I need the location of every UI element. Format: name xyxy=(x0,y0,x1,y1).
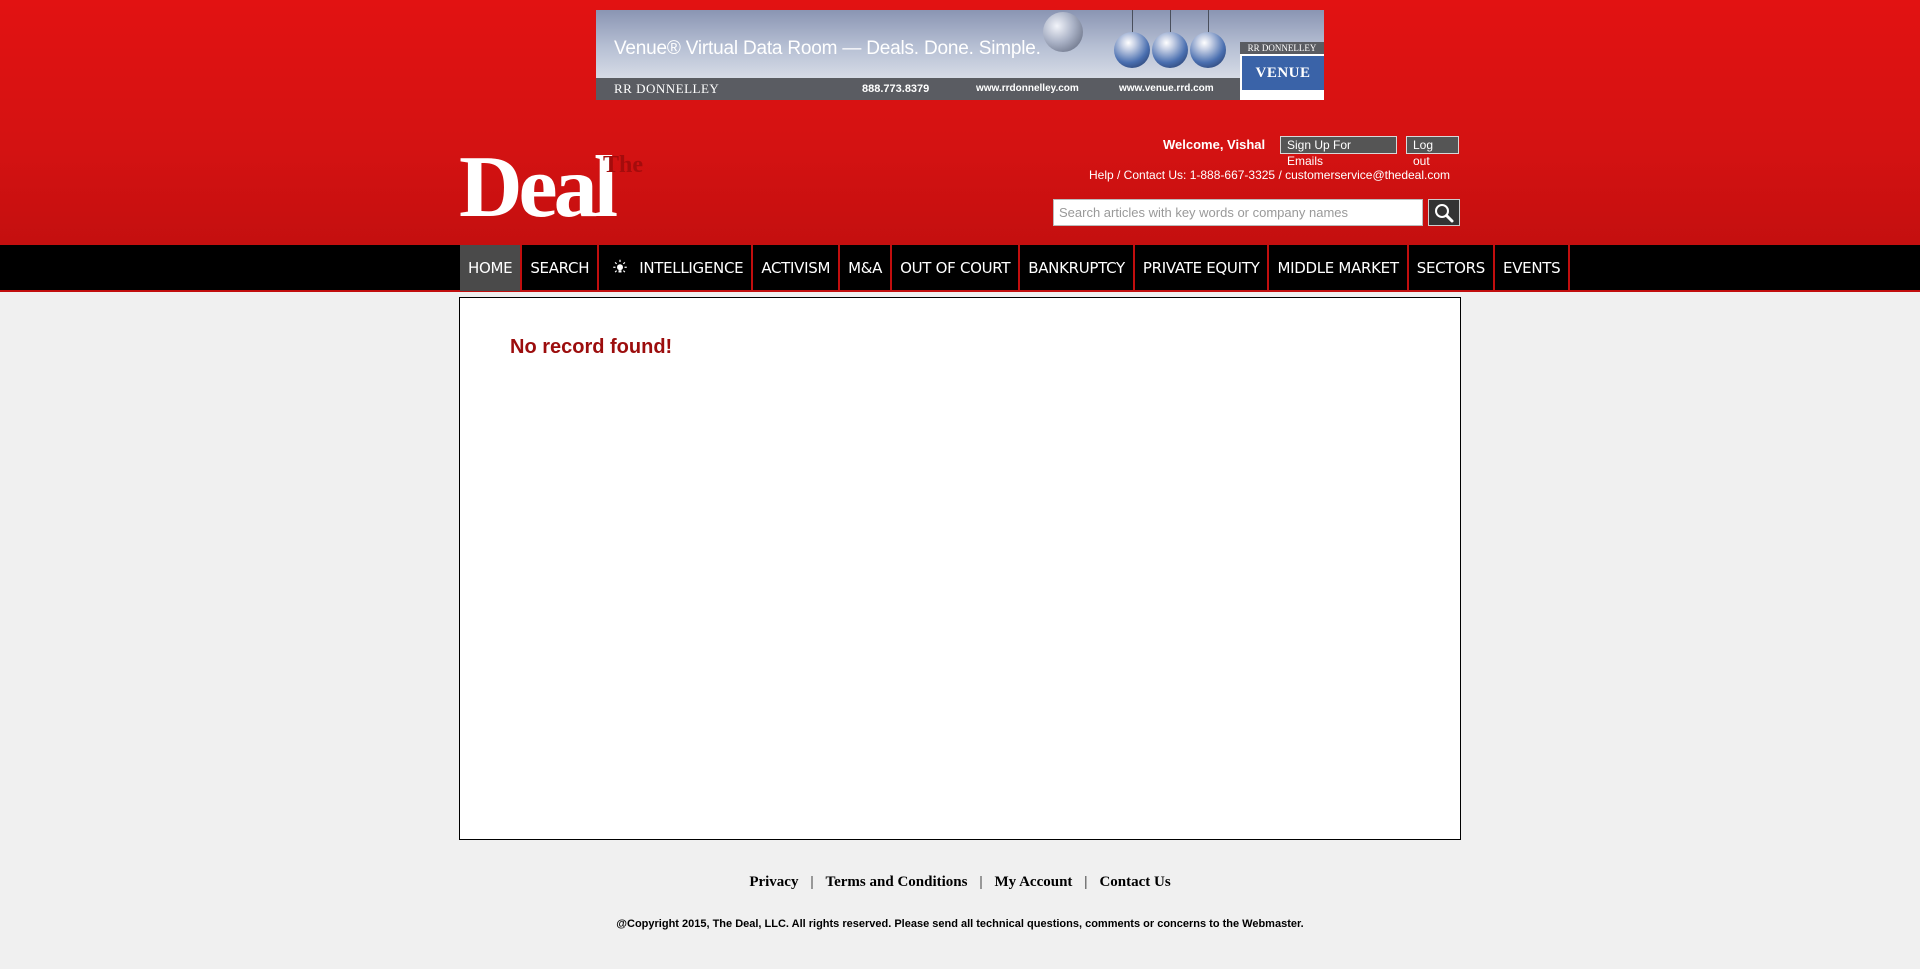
cradle-string xyxy=(1208,10,1209,34)
search-input[interactable]: Search articles with key words or compan… xyxy=(1053,199,1423,226)
search-icon xyxy=(1435,204,1454,223)
welcome-text: Welcome, Vishal xyxy=(1163,137,1266,152)
nav-item-label: M&A xyxy=(848,259,883,277)
nav-item-label: EVENTS xyxy=(1503,259,1561,277)
logout-button[interactable]: Log out xyxy=(1406,136,1459,168)
main-nav: HOME SEARCH INTELLIGENCE ACTIVISM M&A OU… xyxy=(460,245,1571,291)
nav-item-label: MIDDLE MARKET xyxy=(1277,259,1399,277)
nav-item-ma[interactable]: M&A xyxy=(840,245,893,291)
nav-item-search[interactable]: SEARCH xyxy=(522,245,600,291)
nav-item-middle-market[interactable]: MIDDLE MARKET xyxy=(1269,245,1409,291)
logo-deal: Deal xyxy=(459,139,618,236)
nav-item-label: SECTORS xyxy=(1416,259,1486,277)
footer-link-contact-us[interactable]: Contact Us xyxy=(1099,874,1170,890)
search-button[interactable] xyxy=(1428,199,1460,226)
footer-links: Privacy | Terms and Conditions | My Account |… xyxy=(0,874,1920,891)
help-contact-text[interactable]: Help / Contact Us: 1-888-667-3325 / cust… xyxy=(1089,168,1450,182)
nav-item-label: ACTIVISM xyxy=(761,259,831,277)
nav-item-activism[interactable]: ACTIVISM xyxy=(753,245,841,291)
nav-item-sectors[interactable]: SECTORS xyxy=(1409,245,1496,291)
banner-url-venue: www.venue.rrd.com xyxy=(1119,83,1214,94)
banner-phone: 888.773.8379 xyxy=(862,83,930,95)
nav-item-label: INTELLIGENCE xyxy=(639,259,744,277)
signup-emails-button[interactable]: Sign Up For Emails xyxy=(1280,136,1397,168)
cradle-string xyxy=(1132,10,1133,34)
nav-item-private-equity[interactable]: PRIVATE EQUITY xyxy=(1135,245,1270,291)
content-panel: No record found! xyxy=(459,297,1461,840)
cradle-ball xyxy=(1114,32,1150,68)
banner-ad[interactable]: Venue® Virtual Data Room — Deals. Done. … xyxy=(596,10,1324,100)
banner-brand: RR DONNELLEY xyxy=(614,81,720,96)
cradle-string xyxy=(1170,10,1171,34)
nav-item-label: HOME xyxy=(468,259,513,277)
footer-link-terms[interactable]: Terms and Conditions xyxy=(825,874,967,890)
nav-item-label: PRIVATE EQUITY xyxy=(1142,259,1260,277)
footer-link-privacy[interactable]: Privacy xyxy=(749,874,798,890)
footer-link-my-account[interactable]: My Account xyxy=(995,874,1073,890)
cradle-ball xyxy=(1190,32,1226,68)
nav-item-label: OUT OF COURT xyxy=(900,259,1011,277)
nav-item-label: BANKRUPTCY xyxy=(1028,259,1125,277)
no-record-message: No record found! xyxy=(510,336,673,358)
footer-separator: | xyxy=(1084,874,1088,890)
logo-the: The xyxy=(603,152,644,178)
banner-headline: Venue® Virtual Data Room — Deals. Done. … xyxy=(614,38,1041,59)
nav-item-events[interactable]: EVENTS xyxy=(1495,245,1571,291)
nav-item-intelligence[interactable]: INTELLIGENCE xyxy=(599,245,754,291)
copyright-text: @Copyright 2015, The Deal, LLC. All righ… xyxy=(616,918,1304,930)
the-deal-logo[interactable]: Deal The xyxy=(459,139,691,236)
globe-image xyxy=(1043,12,1083,52)
venue-logo: VENUE xyxy=(1242,56,1324,90)
lightbulb-icon xyxy=(613,259,627,273)
banner-url-rrdonnelley: www.rrdonnelley.com xyxy=(976,83,1079,94)
nav-item-bankruptcy[interactable]: BANKRUPTCY xyxy=(1020,245,1135,291)
nav-item-out-of-court[interactable]: OUT OF COURT xyxy=(892,245,1021,291)
footer-separator: | xyxy=(979,874,983,890)
venue-brand: RR DONNELLEY xyxy=(1240,42,1324,54)
cradle-ball xyxy=(1152,32,1188,68)
footer-separator: | xyxy=(810,874,814,890)
nav-item-label: SEARCH xyxy=(530,259,590,277)
nav-item-home[interactable]: HOME xyxy=(460,245,523,291)
